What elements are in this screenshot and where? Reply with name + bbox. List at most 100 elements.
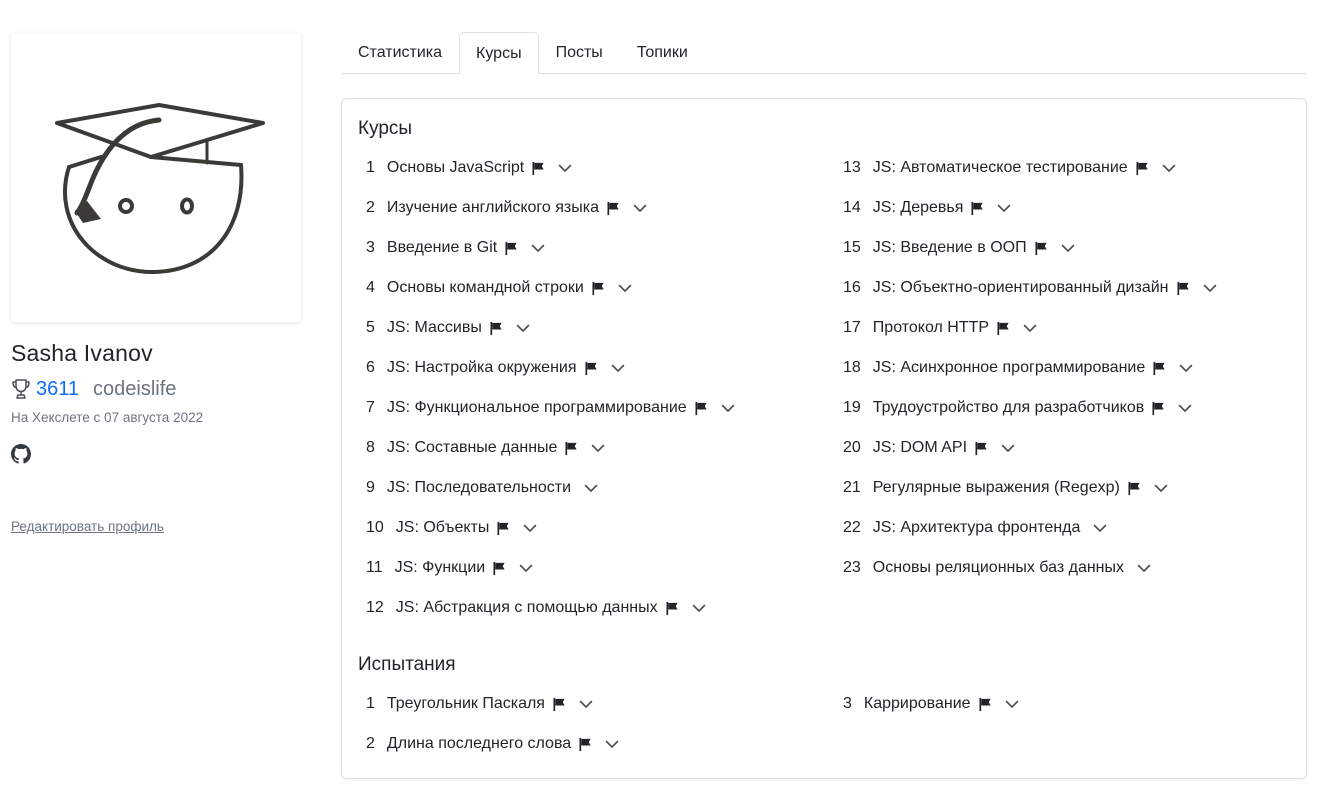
chevron-down-icon[interactable] bbox=[1178, 404, 1192, 413]
tab-topics[interactable]: Топики bbox=[620, 32, 705, 72]
user-stats: 3611 codeislife bbox=[11, 376, 176, 402]
flag-icon bbox=[979, 697, 991, 711]
challenge-item-title[interactable]: Каррирование bbox=[864, 695, 971, 713]
course-item-title[interactable]: JS: Последовательности bbox=[387, 479, 571, 497]
tab-content-panel: Курсы Испытания 1 Основы JavaScript 2 Изуче… bbox=[341, 98, 1307, 779]
course-item-title[interactable]: JS: Настройка окружения bbox=[387, 359, 577, 377]
flag-icon bbox=[1128, 481, 1140, 495]
course-item-number: 20 bbox=[843, 439, 861, 456]
challenge-item: 1 Треугольник Паскаля bbox=[366, 692, 593, 716]
edit-profile-link[interactable]: Редактировать профиль bbox=[11, 519, 164, 534]
course-item-title[interactable]: JS: Массивы bbox=[387, 319, 482, 337]
course-item-number: 12 bbox=[366, 599, 384, 616]
course-item: 22 JS: Архитектура фронтенда bbox=[843, 516, 1107, 540]
course-item-title[interactable]: Основы JavaScript bbox=[387, 159, 524, 177]
course-item-title[interactable]: Изучение английского языка bbox=[387, 199, 599, 217]
course-item: 5 JS: Массивы bbox=[366, 316, 530, 340]
course-item-title[interactable]: Протокол HTTP bbox=[873, 319, 989, 337]
graduation-cap-logo-icon bbox=[55, 103, 265, 275]
chevron-down-icon[interactable] bbox=[1001, 444, 1015, 453]
chevron-down-icon[interactable] bbox=[558, 164, 572, 173]
course-item-number: 17 bbox=[843, 319, 861, 336]
challenge-item: 2 Длина последнего слова bbox=[366, 732, 619, 756]
chevron-down-icon[interactable] bbox=[591, 444, 605, 453]
chevron-down-icon[interactable] bbox=[611, 364, 625, 373]
course-item: 11 JS: Функции bbox=[366, 556, 533, 580]
course-item-number: 15 bbox=[843, 239, 861, 256]
course-item: 1 Основы JavaScript bbox=[366, 156, 572, 180]
course-item-title[interactable]: JS: Функциональное программирование bbox=[387, 399, 687, 417]
chevron-down-icon[interactable] bbox=[1023, 324, 1037, 333]
tab-posts[interactable]: Посты bbox=[539, 32, 620, 72]
course-item-number: 16 bbox=[843, 279, 861, 296]
challenge-item-title[interactable]: Длина последнего слова bbox=[387, 735, 571, 753]
course-item: 4 Основы командной строки bbox=[366, 276, 632, 300]
tab-statistics[interactable]: Статистика bbox=[341, 32, 459, 72]
chevron-down-icon[interactable] bbox=[997, 204, 1011, 213]
flag-icon bbox=[497, 521, 509, 535]
course-item: 20 JS: DOM API bbox=[843, 436, 1015, 460]
flag-icon bbox=[493, 561, 505, 575]
course-item-title[interactable]: JS: Автоматическое тестирование bbox=[873, 159, 1128, 177]
course-item-title[interactable]: JS: Асинхронное программирование bbox=[873, 359, 1145, 377]
course-item-title[interactable]: JS: Объекты bbox=[396, 519, 490, 537]
chevron-down-icon[interactable] bbox=[1061, 244, 1075, 253]
chevron-down-icon[interactable] bbox=[721, 404, 735, 413]
course-item: 10 JS: Объекты bbox=[366, 516, 537, 540]
course-item-title[interactable]: JS: Составные данные bbox=[387, 439, 558, 457]
flag-icon bbox=[1176, 281, 1189, 295]
chevron-down-icon[interactable] bbox=[1203, 284, 1217, 293]
challenge-item-number: 2 bbox=[366, 735, 375, 752]
course-item-title[interactable]: Трудоустройство для разработчиков bbox=[873, 399, 1144, 417]
course-item: 16 JS: Объектно-ориентированный дизайн bbox=[843, 276, 1217, 300]
course-item-number: 3 bbox=[366, 239, 375, 256]
flag-icon bbox=[532, 161, 544, 175]
course-item-title[interactable]: JS: Объектно-ориентированный дизайн bbox=[873, 279, 1169, 297]
course-item-title[interactable]: JS: Введение в ООП bbox=[873, 239, 1027, 257]
flag-icon bbox=[1152, 401, 1164, 415]
course-item-title[interactable]: Основы реляционных баз данных bbox=[873, 559, 1124, 577]
course-item: 8 JS: Составные данные bbox=[366, 436, 605, 460]
user-name: Sasha Ivanov bbox=[11, 340, 153, 366]
chevron-down-icon[interactable] bbox=[1179, 364, 1193, 373]
course-item-number: 7 bbox=[366, 399, 375, 416]
chevron-down-icon[interactable] bbox=[692, 604, 706, 613]
chevron-down-icon[interactable] bbox=[1154, 484, 1168, 493]
chevron-down-icon[interactable] bbox=[618, 284, 632, 293]
challenges-section-title: Испытания bbox=[358, 654, 456, 675]
course-item-title[interactable]: Основы командной строки bbox=[387, 279, 584, 297]
points-count[interactable]: 3611 bbox=[36, 378, 79, 401]
challenge-item-title[interactable]: Треугольник Паскаля bbox=[387, 695, 545, 713]
chevron-down-icon[interactable] bbox=[579, 700, 593, 709]
course-item-title[interactable]: Регулярные выражения (Regexp) bbox=[873, 479, 1120, 497]
chevron-down-icon[interactable] bbox=[1005, 700, 1019, 709]
chevron-down-icon[interactable] bbox=[519, 564, 533, 573]
flag-icon bbox=[490, 321, 502, 335]
course-item-title[interactable]: JS: Деревья bbox=[873, 199, 964, 217]
chevron-down-icon[interactable] bbox=[523, 524, 537, 533]
course-item-number: 13 bbox=[843, 159, 861, 176]
course-item: 2 Изучение английского языка bbox=[366, 196, 647, 220]
course-item-number: 22 bbox=[843, 519, 861, 536]
chevron-down-icon[interactable] bbox=[1137, 564, 1151, 573]
course-item-number: 19 bbox=[843, 399, 861, 416]
chevron-down-icon[interactable] bbox=[1162, 164, 1176, 173]
chevron-down-icon[interactable] bbox=[531, 244, 545, 253]
chevron-down-icon[interactable] bbox=[1093, 524, 1107, 533]
course-item-title[interactable]: JS: Абстракция с помощью данных bbox=[396, 599, 658, 617]
course-item-title[interactable]: JS: Архитектура фронтенда bbox=[873, 519, 1081, 537]
course-item: 21 Регулярные выражения (Regexp) bbox=[843, 476, 1168, 500]
username: codeislife bbox=[93, 377, 177, 400]
course-item-number: 21 bbox=[843, 479, 861, 496]
chevron-down-icon[interactable] bbox=[584, 484, 598, 493]
chevron-down-icon[interactable] bbox=[633, 204, 647, 213]
tab-courses[interactable]: Курсы bbox=[459, 32, 539, 74]
flag-icon bbox=[1136, 161, 1148, 175]
course-item-title[interactable]: JS: Функции bbox=[395, 559, 486, 577]
course-item-number: 18 bbox=[843, 359, 861, 376]
chevron-down-icon[interactable] bbox=[605, 740, 619, 749]
course-item-title[interactable]: Введение в Git bbox=[387, 239, 497, 257]
course-item-title[interactable]: JS: DOM API bbox=[873, 439, 967, 457]
github-icon[interactable] bbox=[11, 444, 31, 464]
chevron-down-icon[interactable] bbox=[516, 324, 530, 333]
